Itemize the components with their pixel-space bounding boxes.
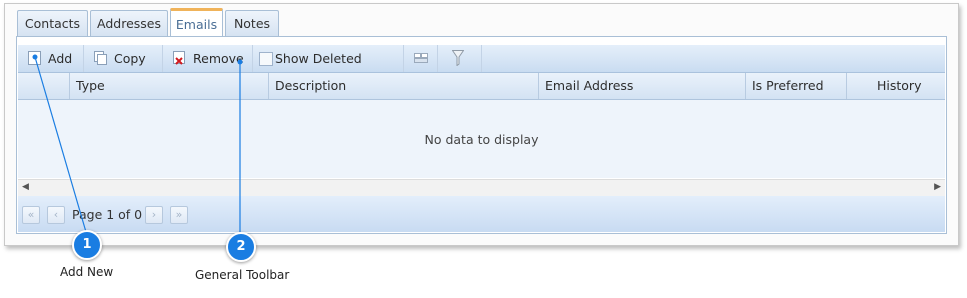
contact-details-frame: Contacts Addresses Emails Notes Add Copy [4, 3, 959, 246]
tab-notes[interactable]: Notes [225, 10, 279, 36]
add-button[interactable]: Add [18, 45, 84, 72]
new-document-icon [28, 51, 41, 65]
tab-contacts[interactable]: Contacts [17, 10, 88, 36]
scroll-right-icon[interactable]: ▶ [934, 182, 941, 192]
column-header-type[interactable]: Type [69, 73, 268, 99]
callout-badge-1: 1 [72, 230, 102, 260]
callout-caption-general-toolbar: General Toolbar [195, 268, 290, 282]
pager: « ‹ Page 1 of 0 › » [18, 196, 945, 232]
copy-button[interactable]: Copy [84, 45, 163, 72]
tab-emails[interactable]: Emails [170, 8, 223, 39]
column-header-is-preferred[interactable]: Is Preferred [745, 73, 846, 99]
copy-icon [94, 51, 107, 65]
filter-button[interactable] [438, 45, 482, 72]
remove-button[interactable]: Remove [163, 45, 253, 72]
column-header-history[interactable]: History [846, 73, 945, 99]
grid-header: Type Description Email Address Is Prefer… [18, 73, 945, 100]
add-label: Add [48, 51, 73, 66]
previous-page-button[interactable]: ‹ [47, 206, 65, 224]
show-deleted-checkbox[interactable] [259, 52, 273, 66]
remove-icon [173, 51, 185, 65]
remove-label: Remove [193, 51, 244, 66]
next-page-button[interactable]: › [145, 206, 163, 224]
column-header-description[interactable]: Description [268, 73, 538, 99]
column-chooser-icon [414, 53, 428, 63]
page-indicator: Page 1 of 0 [72, 207, 143, 222]
empty-message: No data to display [424, 132, 539, 147]
horizontal-scrollbar[interactable]: ◀ ▶ [18, 179, 945, 196]
scroll-left-icon[interactable]: ◀ [22, 182, 29, 192]
callout-badge-2: 2 [226, 232, 256, 262]
copy-label: Copy [114, 51, 146, 66]
callout-caption-add-new: Add New [60, 265, 114, 279]
filter-icon [452, 50, 464, 66]
first-page-button[interactable]: « [22, 206, 40, 224]
column-chooser-button[interactable] [404, 45, 438, 72]
grid-body: No data to display [18, 100, 945, 178]
emails-panel: Add Copy Remove Show Deleted Records [16, 36, 947, 234]
general-toolbar: Add Copy Remove Show Deleted Records [18, 45, 945, 93]
column-header-email-address[interactable]: Email Address [538, 73, 745, 99]
tab-addresses[interactable]: Addresses [90, 10, 168, 36]
show-deleted-records-toggle[interactable]: Show Deleted Records [253, 45, 404, 93]
last-page-button[interactable]: » [170, 206, 188, 224]
column-header-select[interactable] [18, 73, 69, 99]
